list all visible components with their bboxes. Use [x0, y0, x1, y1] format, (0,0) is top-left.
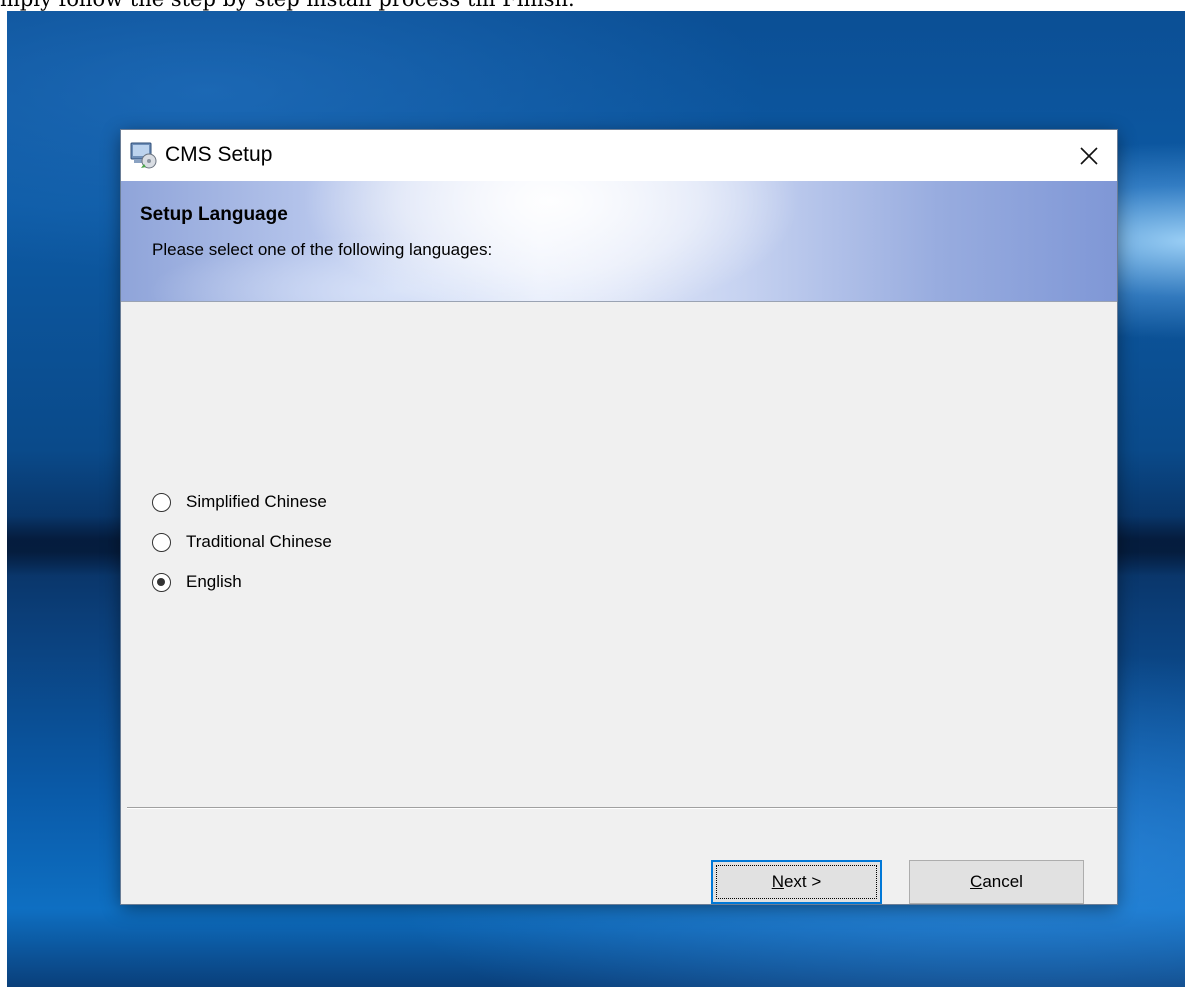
cancel-button[interactable]: Cancel	[909, 860, 1084, 904]
radio-option-traditional-chinese[interactable]: Traditional Chinese	[152, 528, 332, 556]
language-options-panel: Simplified Chinese Traditional Chinese E…	[121, 302, 1117, 806]
radio-option-simplified-chinese[interactable]: Simplified Chinese	[152, 488, 327, 516]
footer-divider	[127, 807, 1117, 809]
radio-button-selected-icon[interactable]	[152, 572, 171, 592]
radio-button-icon[interactable]	[152, 492, 171, 512]
radio-label: Simplified Chinese	[186, 492, 327, 511]
next-button[interactable]: Next >	[711, 860, 882, 904]
page-caption: mply follow the step by step install pro…	[0, 0, 1185, 11]
setup-dialog: CMS Setup Setup Language Please select o…	[121, 130, 1117, 904]
close-button[interactable]	[1061, 130, 1117, 181]
cancel-button-label: Cancel	[970, 872, 1023, 891]
radio-label: English	[186, 572, 242, 591]
focus-rectangle	[716, 865, 877, 899]
title-bar[interactable]: CMS Setup	[121, 130, 1117, 181]
page-subtitle: Please select one of the following langu…	[152, 240, 493, 259]
window-title: CMS Setup	[165, 143, 273, 166]
close-icon	[1080, 146, 1098, 165]
desktop-background: CMS Setup Setup Language Please select o…	[7, 11, 1185, 987]
radio-label: Traditional Chinese	[186, 532, 332, 551]
radio-option-english[interactable]: English	[152, 568, 242, 596]
radio-button-icon[interactable]	[152, 532, 171, 552]
page-title: Setup Language	[140, 204, 288, 225]
setup-installer-icon	[130, 142, 157, 169]
wizard-header-banner: Setup Language Please select one of the …	[121, 181, 1117, 302]
